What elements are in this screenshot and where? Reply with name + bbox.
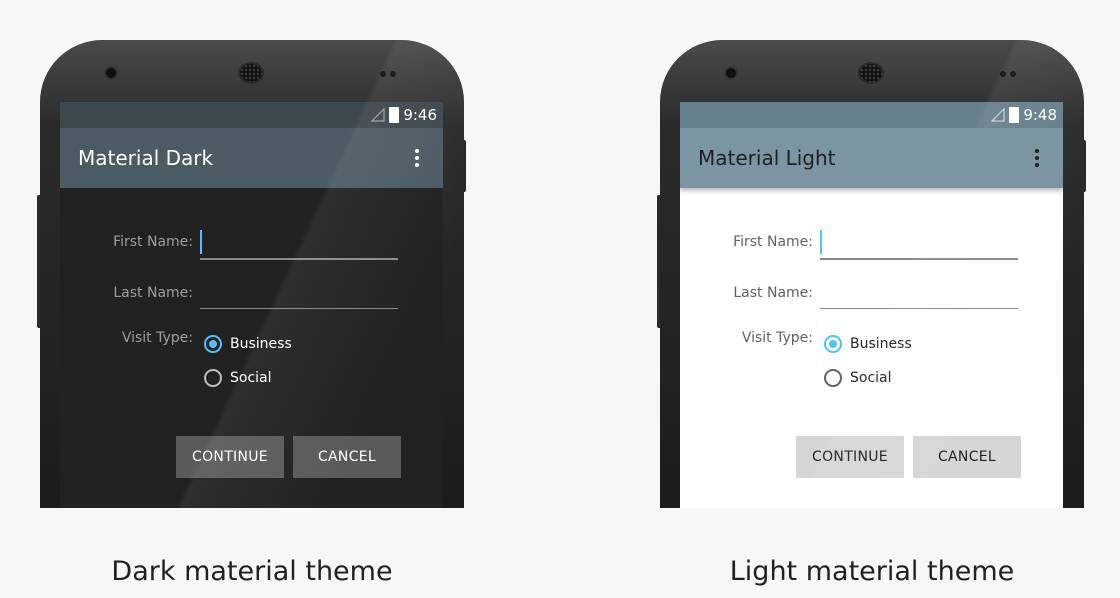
radio-button-checked[interactable] <box>824 335 842 353</box>
status-bar: 9:46 <box>60 102 443 128</box>
signal-icon <box>991 108 1005 122</box>
radio-business[interactable]: Business <box>204 335 292 353</box>
battery-charging-icon <box>389 107 400 123</box>
radio-button-checked[interactable] <box>204 335 222 353</box>
radio-label: Business <box>850 336 912 352</box>
speaker-grille <box>860 64 882 82</box>
radio-social[interactable]: Social <box>824 369 892 387</box>
form-content: First Name: Last Name: Visit Type: Busin… <box>680 188 1063 508</box>
speaker-grille <box>240 64 262 82</box>
first-name-input[interactable] <box>820 230 1018 260</box>
last-name-label: Last Name: <box>113 285 193 301</box>
last-name-input[interactable] <box>820 286 1018 309</box>
visit-type-label: Visit Type: <box>741 330 813 346</box>
cancel-button[interactable]: CANCEL <box>913 436 1021 478</box>
front-camera-icon <box>106 68 116 78</box>
radio-social[interactable]: Social <box>204 369 272 387</box>
phone-dark: 9:46 Material Dark First Name: Last Name… <box>40 40 464 508</box>
continue-button[interactable]: CONTINUE <box>796 436 904 478</box>
status-time: 9:46 <box>403 106 437 124</box>
first-name-input[interactable] <box>200 230 398 260</box>
app-bar: Material Dark <box>60 128 443 188</box>
visit-type-label: Visit Type: <box>121 330 193 346</box>
radio-button[interactable] <box>824 369 842 387</box>
app-bar: Material Light <box>680 128 1063 188</box>
last-name-label: Last Name: <box>733 285 813 301</box>
cancel-button[interactable]: CANCEL <box>293 436 401 478</box>
last-name-input[interactable] <box>200 286 398 309</box>
form-content: First Name: Last Name: Visit Type: Busin… <box>60 188 443 508</box>
caption-dark: Dark material theme <box>111 556 393 587</box>
proximity-sensor <box>1000 71 1006 77</box>
app-title: Material Dark <box>78 146 214 170</box>
radio-business[interactable]: Business <box>824 335 912 353</box>
radio-label: Business <box>230 336 292 352</box>
proximity-sensor <box>380 71 386 77</box>
first-name-label: First Name: <box>113 234 193 250</box>
continue-button[interactable]: CONTINUE <box>176 436 284 478</box>
phone-light: 9:48 Material Light First Name: Last Nam… <box>660 40 1084 508</box>
radio-button[interactable] <box>204 369 222 387</box>
radio-label: Social <box>850 370 892 386</box>
first-name-label: First Name: <box>733 234 813 250</box>
screen-light: 9:48 Material Light First Name: Last Nam… <box>680 102 1063 508</box>
radio-label: Social <box>230 370 272 386</box>
overflow-menu-icon[interactable] <box>407 149 427 167</box>
signal-icon <box>371 108 385 122</box>
front-camera-icon <box>726 68 736 78</box>
screen-dark: 9:46 Material Dark First Name: Last Name… <box>60 102 443 508</box>
status-bar: 9:48 <box>680 102 1063 128</box>
caption-light: Light material theme <box>729 556 1015 587</box>
battery-charging-icon <box>1009 107 1020 123</box>
text-cursor <box>820 230 822 254</box>
status-time: 9:48 <box>1023 106 1057 124</box>
overflow-menu-icon[interactable] <box>1027 149 1047 167</box>
text-cursor <box>200 230 202 254</box>
app-title: Material Light <box>698 146 836 170</box>
